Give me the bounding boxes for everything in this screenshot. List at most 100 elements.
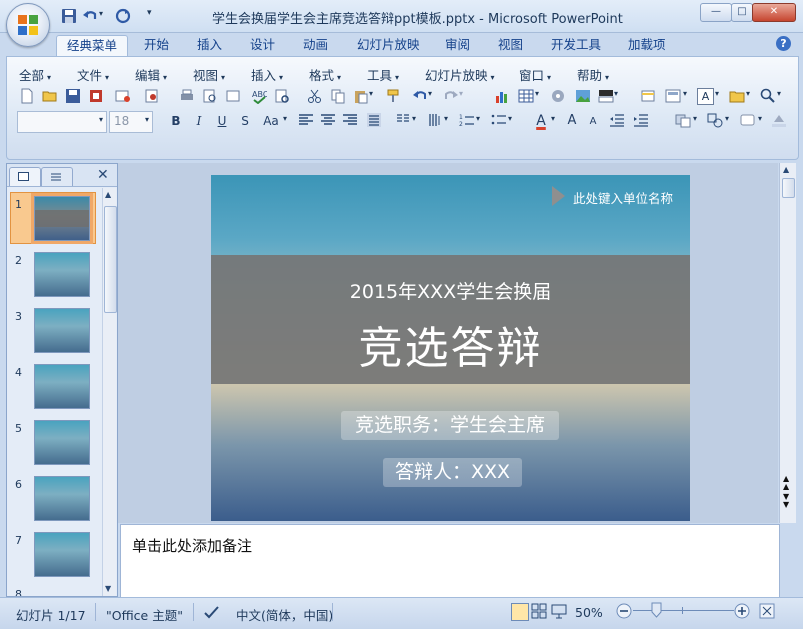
color-scheme-dropdown-icon[interactable]: ▾: [614, 89, 618, 98]
redo-dropdown-icon[interactable]: ▾: [459, 89, 463, 98]
office-button[interactable]: [6, 3, 50, 47]
bold-button[interactable]: B: [167, 112, 185, 130]
change-case-dropdown-icon[interactable]: ▾: [283, 114, 287, 123]
slide-thumbnail-2[interactable]: [34, 252, 90, 297]
tab-outline[interactable]: [41, 167, 73, 186]
notes-placeholder[interactable]: 单击此处添加备注: [132, 535, 252, 556]
minimize-button[interactable]: —: [700, 3, 732, 22]
slide-thumbnail-5[interactable]: [34, 420, 90, 465]
save-toolbar-icon[interactable]: [65, 88, 81, 104]
slide-thumbnail-7[interactable]: [34, 532, 90, 577]
align-center-icon[interactable]: [320, 112, 336, 128]
next-slide-icon[interactable]: ▼ ▼: [783, 493, 789, 509]
open-icon[interactable]: [42, 88, 58, 104]
tab-addins[interactable]: 加载项: [618, 35, 676, 55]
menu-view[interactable]: 视图 ▾: [193, 65, 225, 84]
font-size-dropdown-icon[interactable]: ▾: [145, 115, 149, 124]
color-scheme-icon[interactable]: [598, 88, 614, 104]
change-case-button[interactable]: Aa: [259, 112, 283, 130]
save-icon[interactable]: [61, 8, 77, 24]
maximize-button[interactable]: □: [731, 3, 753, 22]
slide-thumbnail-4[interactable]: [34, 364, 90, 409]
scroll-up-arrow-icon[interactable]: ▲: [783, 165, 789, 174]
language-status[interactable]: 中文(简体，中国): [236, 605, 333, 624]
table-icon[interactable]: [518, 88, 534, 104]
menu-format[interactable]: 格式 ▾: [309, 65, 341, 84]
tab-slides[interactable]: [9, 167, 41, 186]
slide-title[interactable]: 竞选答辩: [211, 312, 690, 376]
close-button[interactable]: ✕: [752, 3, 796, 22]
decrease-indent-icon[interactable]: [609, 112, 625, 128]
undo-toolbar-icon[interactable]: [412, 88, 428, 104]
shapes-dropdown-icon[interactable]: ▾: [725, 114, 729, 123]
shape-fill-icon[interactable]: [771, 112, 787, 128]
copy-icon[interactable]: [330, 88, 346, 104]
slide-thumbnail-3[interactable]: [34, 308, 90, 353]
text-box-icon[interactable]: A: [697, 88, 714, 105]
quick-styles-icon[interactable]: [740, 112, 756, 128]
font-color-button[interactable]: A: [532, 112, 550, 130]
research-icon[interactable]: [274, 88, 290, 104]
zoom-slider-thumb[interactable]: [651, 602, 662, 618]
permission-icon[interactable]: [88, 88, 104, 104]
numbering-icon[interactable]: 12: [459, 112, 475, 128]
slide-thumbnail-1[interactable]: [31, 193, 93, 244]
tab-developer[interactable]: 开发工具: [541, 35, 611, 55]
font-color-dropdown-icon[interactable]: ▾: [551, 114, 555, 123]
menu-all[interactable]: 全部 ▾: [19, 65, 51, 84]
scroll-up-arrow-icon[interactable]: ▲: [105, 190, 111, 199]
find-icon[interactable]: [760, 88, 776, 104]
paste-dropdown-icon[interactable]: ▾: [369, 89, 373, 98]
quick-styles-dropdown-icon[interactable]: ▾: [758, 114, 762, 123]
shrink-font-button[interactable]: A: [584, 113, 602, 131]
speaker-label[interactable]: 答辩人：XXX: [383, 458, 522, 487]
fit-to-window-icon[interactable]: [759, 603, 775, 619]
tab-animation[interactable]: 动画: [293, 35, 338, 55]
redo-toolbar-icon[interactable]: [443, 88, 459, 104]
tab-classic-menu[interactable]: 经典菜单: [56, 35, 129, 56]
zoom-slider-track[interactable]: [633, 610, 734, 611]
slide-subtitle[interactable]: 2015年XXX学生会换届: [211, 277, 690, 304]
text-direction-icon[interactable]: [427, 112, 443, 128]
menu-insert[interactable]: 插入 ▾: [251, 65, 283, 84]
customize-quick-access-button[interactable]: ▾: [147, 8, 152, 18]
align-left-icon[interactable]: [298, 112, 314, 128]
arrange-dropdown-icon[interactable]: ▾: [693, 114, 697, 123]
font-name-dropdown-icon[interactable]: ▾: [99, 115, 103, 124]
tab-review[interactable]: 审阅: [435, 35, 480, 55]
numbering-dropdown-icon[interactable]: ▾: [476, 114, 480, 123]
tab-home[interactable]: 开始: [134, 35, 179, 55]
normal-view-icon[interactable]: [511, 603, 529, 621]
unit-name-textbox[interactable]: 此处键入单位名称: [573, 188, 673, 207]
slide-scrollbar[interactable]: ▲ ▲ ▲ ▼ ▼: [779, 163, 796, 523]
increase-indent-icon[interactable]: [633, 112, 649, 128]
spelling-icon[interactable]: ABC: [251, 88, 267, 104]
table-dropdown-icon[interactable]: ▾: [535, 89, 539, 98]
slide-sorter-icon[interactable]: [531, 603, 547, 619]
zoom-in-icon[interactable]: [734, 603, 750, 619]
outline-icon[interactable]: [225, 88, 241, 104]
shapes-icon[interactable]: [707, 112, 723, 128]
scroll-thumb[interactable]: [782, 178, 795, 198]
folder-dropdown-icon[interactable]: ▾: [746, 89, 750, 98]
menu-file[interactable]: 文件 ▾: [77, 65, 109, 84]
position-label[interactable]: 竞选职务：学生会主席: [341, 411, 559, 440]
grow-font-button[interactable]: A: [563, 112, 581, 130]
notes-pane[interactable]: 单击此处添加备注: [120, 524, 780, 598]
new-icon[interactable]: [19, 88, 35, 104]
font-name-combo[interactable]: ▾: [17, 111, 107, 133]
find-dropdown-icon[interactable]: ▾: [777, 89, 781, 98]
layout-dropdown-icon[interactable]: ▾: [683, 89, 687, 98]
email-icon[interactable]: [115, 88, 131, 104]
zoom-out-icon[interactable]: [616, 603, 632, 619]
font-size-combo[interactable]: 18 ▾: [109, 111, 153, 133]
new-slide-icon[interactable]: [640, 88, 656, 104]
redo-icon[interactable]: [115, 8, 131, 24]
text-direction-dropdown-icon[interactable]: ▾: [444, 114, 448, 123]
slides-panel-scrollbar[interactable]: ▲ ▼: [102, 188, 117, 596]
columns-icon[interactable]: [395, 112, 411, 128]
slideshow-view-icon[interactable]: [551, 603, 567, 619]
cut-icon[interactable]: [307, 88, 323, 104]
shadow-button[interactable]: S: [236, 112, 254, 130]
spellcheck-status-icon[interactable]: [203, 604, 221, 620]
